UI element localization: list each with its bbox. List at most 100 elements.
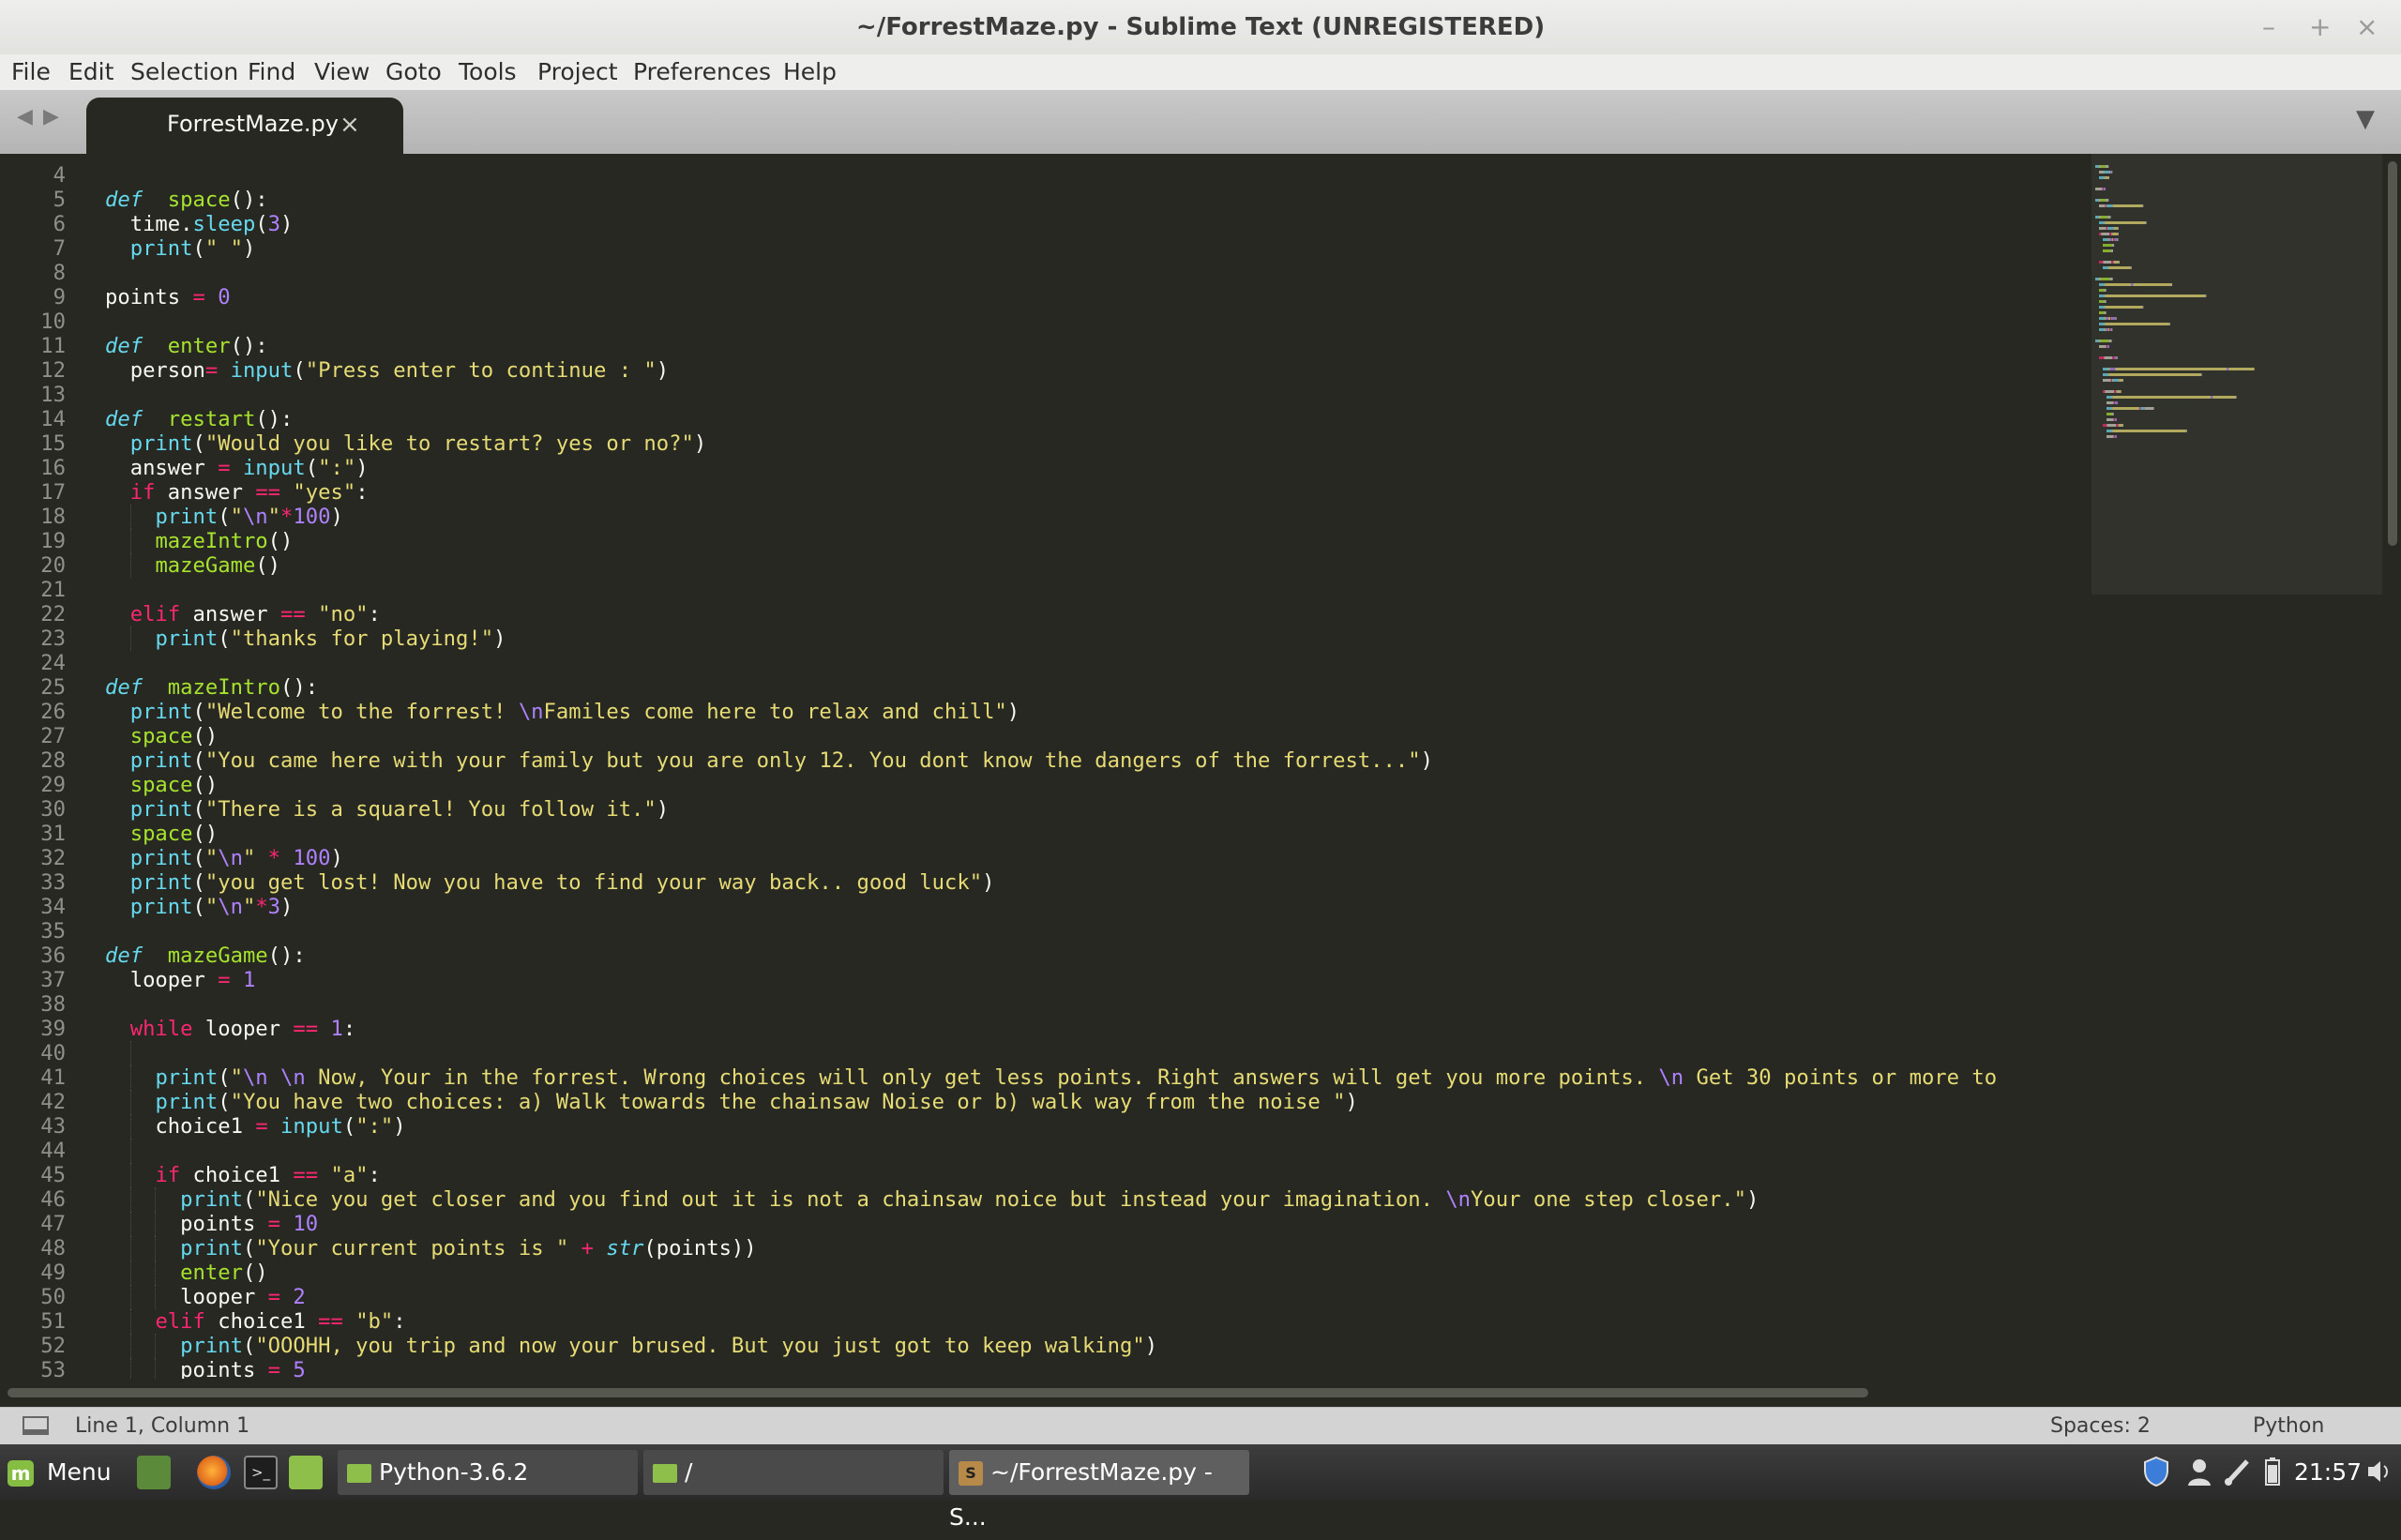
code-line[interactable]: 41 print("\n \n Now, Your in the forrest.… [0, 1065, 2091, 1090]
code-line[interactable]: 35 [0, 919, 2091, 944]
code-line[interactable]: 13 [0, 383, 2091, 407]
code-line[interactable]: 16 answer = input(":") [0, 456, 2091, 480]
code-line[interactable]: 21 [0, 578, 2091, 602]
code-line[interactable]: 14 def restart(): [0, 407, 2091, 431]
code-line[interactable]: 49 enter() [0, 1261, 2091, 1285]
code-line[interactable]: 25 def mazeIntro(): [0, 675, 2091, 700]
menu-help[interactable]: Help [783, 54, 837, 90]
start-menu-button[interactable]: m Menu [8, 1456, 112, 1489]
code-line[interactable]: 5 def space(): [0, 188, 2091, 212]
code-line[interactable]: 4 [0, 163, 2091, 188]
minimize-button[interactable]: – [2262, 0, 2275, 54]
code-line[interactable]: 26 print("Welcome to the forrest! \nFamil… [0, 700, 2091, 724]
code-line[interactable]: 50 looper = 2 [0, 1285, 2091, 1309]
indent-guide [129, 1114, 131, 1139]
minimap-token [2099, 227, 2107, 230]
tab-list-dropdown-icon[interactable]: ▼ [2356, 105, 2375, 133]
code-line[interactable]: 8 [0, 261, 2091, 285]
code-line[interactable]: 32 print("\n" * 100) [0, 846, 2091, 870]
network-icon[interactable] [2223, 1456, 2251, 1489]
indentation-setting[interactable]: Spaces: 2 [2050, 1408, 2151, 1445]
file-manager-icon[interactable] [289, 1456, 323, 1489]
code-line[interactable]: 38 [0, 992, 2091, 1017]
code-line[interactable]: 17 if answer == "yes": [0, 480, 2091, 505]
code-line[interactable]: 15 print("Would you like to restart? yes … [0, 431, 2091, 456]
code-line[interactable]: 45 if choice1 == "a": [0, 1163, 2091, 1187]
menu-project[interactable]: Project [537, 54, 618, 90]
code-line[interactable]: 27 space() [0, 724, 2091, 748]
code-line[interactable]: 19 mazeIntro() [0, 529, 2091, 553]
task-root-folder[interactable]: / [643, 1450, 944, 1495]
code-line[interactable]: 9 points = 0 [0, 285, 2091, 310]
volume-icon[interactable] [2365, 1456, 2393, 1489]
panel-toggle-icon[interactable] [23, 1416, 49, 1435]
code-line[interactable]: 24 [0, 651, 2091, 675]
tab-next-arrow-icon[interactable]: ▶ [43, 105, 59, 128]
code-line[interactable]: 40 [0, 1041, 2091, 1065]
minimap-token [2116, 390, 2118, 393]
menu-file[interactable]: File [11, 54, 51, 90]
horizontal-scrollbar-thumb[interactable] [8, 1388, 1868, 1397]
menu-edit[interactable]: Edit [68, 54, 113, 90]
tab-forrestmaze[interactable]: ForrestMaze.py × [86, 98, 403, 154]
code-line[interactable]: 20 mazeGame() [0, 553, 2091, 578]
menu-find[interactable]: Find [248, 54, 295, 90]
code-line[interactable]: 36 def mazeGame(): [0, 944, 2091, 968]
menu-goto[interactable]: Goto [385, 54, 442, 90]
code-line[interactable]: 10 [0, 310, 2091, 334]
code-line[interactable]: 33 print("you get lost! Now you have to f… [0, 870, 2091, 895]
code-line[interactable]: 51 elif choice1 == "b": [0, 1309, 2091, 1334]
code-line[interactable]: 23 print("thanks for playing!") [0, 627, 2091, 651]
terminal-icon[interactable]: >_ [244, 1456, 278, 1489]
code-line[interactable]: 42 print("You have two choices: a) Walk t… [0, 1090, 2091, 1114]
code-line[interactable]: 11 def enter(): [0, 334, 2091, 358]
vertical-scrollbar[interactable] [2382, 154, 2401, 1379]
minimap[interactable] [2091, 154, 2382, 1379]
syntax-selector[interactable]: Python [2253, 1408, 2324, 1445]
menu-tools[interactable]: Tools [459, 54, 517, 90]
code-line[interactable]: 31 space() [0, 822, 2091, 846]
code-line[interactable]: 39 while looper == 1: [0, 1017, 2091, 1041]
menu-view[interactable]: View [314, 54, 370, 90]
update-shield-icon[interactable] [2142, 1456, 2170, 1489]
minimap-token [2103, 373, 2108, 376]
horizontal-scrollbar[interactable] [0, 1379, 2401, 1407]
code-line[interactable]: 44 [0, 1139, 2091, 1163]
code-line[interactable]: 34 print("\n"*3) [0, 895, 2091, 919]
tab-prev-arrow-icon[interactable]: ◀ [17, 105, 33, 128]
maximize-button[interactable]: + [2309, 0, 2331, 54]
code-line[interactable]: 22 elif answer == "no": [0, 602, 2091, 627]
code-line[interactable]: 53 points = 5 [0, 1358, 2091, 1379]
code-line[interactable]: 7 print(" ") [0, 236, 2091, 261]
code-line[interactable]: 6 time.sleep(3) [0, 212, 2091, 236]
minimap-token [2105, 204, 2107, 207]
code-line[interactable]: 12 person= input("Press enter to continue… [0, 358, 2091, 383]
clock[interactable]: 21:57 [2294, 1456, 2362, 1489]
battery-icon[interactable] [2262, 1456, 2283, 1489]
close-window-button[interactable]: × [2356, 0, 2378, 54]
code-line[interactable]: 29 space() [0, 773, 2091, 797]
tab-close-icon[interactable]: × [340, 111, 360, 139]
vertical-scrollbar-thumb[interactable] [2388, 161, 2397, 546]
code-line[interactable]: 48 print("Your current points is " + str(… [0, 1236, 2091, 1261]
user-icon[interactable] [2185, 1456, 2213, 1489]
folder-icon [347, 1464, 371, 1483]
code-line[interactable]: 28 print("You came here with your family … [0, 748, 2091, 773]
show-desktop-icon[interactable] [137, 1456, 171, 1489]
code-line[interactable]: 46 print("Nice you get closer and you fin… [0, 1187, 2091, 1212]
code-editor[interactable]: 4 5 def space(): 6 time.sleep(3) 7 print(" ") 8… [0, 154, 2091, 1379]
code-line[interactable]: 43 choice1 = input(":") [0, 1114, 2091, 1139]
code-line[interactable]: 52 print("OOOHH, you trip and now your br… [0, 1334, 2091, 1358]
code-line[interactable]: 30 print("There is a squarel! You follow … [0, 797, 2091, 822]
code-line[interactable]: 37 looper = 1 [0, 968, 2091, 992]
code-line[interactable]: 18 print("\n"*100) [0, 505, 2091, 529]
code-token: looper [129, 968, 219, 992]
minimap-token [2112, 233, 2118, 235]
task-sublime-text[interactable]: S ~/ForrestMaze.py - S... [949, 1450, 1249, 1531]
menu-selection[interactable]: Selection [130, 54, 238, 90]
task-python-folder[interactable]: Python-3.6.2 [338, 1450, 638, 1495]
menu-preferences[interactable]: Preferences [633, 54, 771, 90]
firefox-icon[interactable] [197, 1456, 231, 1489]
code-line[interactable]: 47 points = 10 [0, 1212, 2091, 1236]
code-token: space [129, 724, 193, 748]
